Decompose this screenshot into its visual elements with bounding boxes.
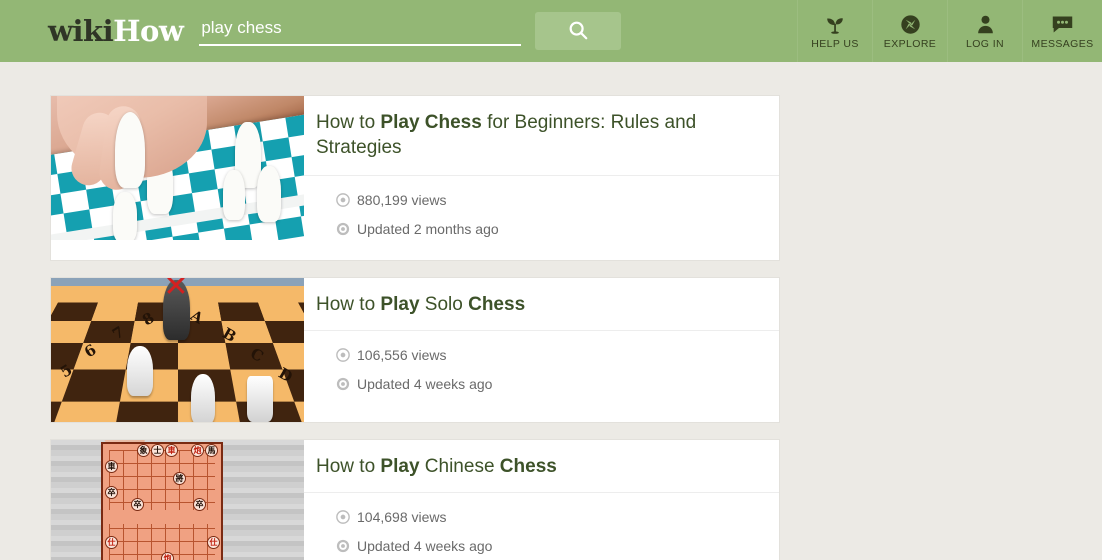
result-meta: 106,556 views Updated 4 weeks ago: [304, 331, 779, 422]
result-card[interactable]: 5 6 7 8 A B C D ✕ How to Play Solo Chess: [50, 276, 780, 423]
views-count: 880,199 views: [357, 191, 447, 208]
xiangqi-piece: 仕: [105, 535, 118, 549]
search-icon: [567, 19, 589, 44]
views-count: 104,698 views: [357, 508, 447, 525]
search-results-list: How to Play Chess for Beginners: Rules a…: [50, 95, 780, 560]
search-input[interactable]: [199, 16, 522, 46]
result-card[interactable]: 車象士車炮馬將卒卒卒仕仕炮仕帥仕車兵 How to Play Chinese C…: [50, 438, 780, 560]
views-row: 106,556 views: [336, 347, 761, 363]
result-thumbnail[interactable]: 5 6 7 8 A B C D ✕: [51, 277, 304, 422]
nav-item-messages[interactable]: MESSAGES: [1022, 0, 1102, 62]
nav-label-help-us: HELP US: [811, 37, 859, 50]
wikihow-logo[interactable]: wikiHow: [48, 13, 184, 48]
result-title[interactable]: How to Play Solo Chess: [304, 278, 779, 331]
updated-text: Updated 4 weeks ago: [357, 375, 493, 392]
xiangqi-piece: 將: [173, 471, 186, 485]
nav-label-log-in: LOG IN: [966, 37, 1004, 50]
person-icon: [975, 13, 996, 35]
title-part-bold-1: Play Chess: [380, 112, 482, 133]
xiangqi-piece: 車: [105, 459, 118, 473]
title-part-prefix: How to: [316, 112, 381, 133]
title-part-bold-2: Chess: [499, 455, 557, 477]
result-title[interactable]: How to Play Chess for Beginners: Rules a…: [304, 96, 779, 176]
xiangqi-piece: 仕: [207, 535, 220, 549]
sprout-icon: [824, 13, 846, 35]
xiangqi-piece: 卒: [193, 497, 206, 511]
title-part-mid: Solo: [419, 293, 469, 315]
views-circle-icon: [336, 192, 350, 207]
updated-text: Updated 2 months ago: [357, 220, 499, 237]
result-thumbnail[interactable]: [51, 96, 304, 240]
xiangqi-piece: 馬: [205, 443, 218, 457]
title-part-bold-1: Play: [380, 293, 420, 315]
title-part-prefix: How to: [316, 293, 381, 315]
views-row: 880,199 views: [336, 192, 761, 208]
result-thumbnail[interactable]: 車象士車炮馬將卒卒卒仕仕炮仕帥仕車兵: [51, 439, 304, 560]
clock-circle-icon: [336, 222, 350, 235]
title-part-mid: Chinese: [419, 455, 500, 477]
views-count: 106,556 views: [357, 346, 447, 363]
result-meta: 104,698 views Updated 4 weeks ago: [304, 493, 779, 560]
nav-item-explore[interactable]: EXPLORE: [872, 0, 947, 62]
clock-circle-icon: [336, 377, 350, 390]
result-body: How to Play Solo Chess 106,556 views Upd…: [304, 278, 779, 422]
xiangqi-piece: 卒: [131, 497, 144, 511]
nav-item-log-in[interactable]: LOG IN: [947, 0, 1022, 62]
title-part-bold-1: Play: [380, 455, 420, 477]
nav-label-explore: EXPLORE: [883, 37, 937, 50]
result-meta: 880,199 views Updated 2 months ago: [304, 176, 779, 260]
search-area: [199, 12, 622, 50]
nav-label-messages: MESSAGES: [1031, 37, 1094, 50]
header-nav: HELP US EXPLORE LOG IN MESSAGES: [797, 0, 1102, 62]
title-part-prefix: How to: [316, 455, 381, 477]
updated-row: Updated 2 months ago: [336, 221, 761, 237]
views-circle-icon: [336, 509, 350, 524]
xiangqi-piece: 車: [165, 443, 178, 457]
updated-text: Updated 4 weeks ago: [357, 537, 493, 554]
updated-row: Updated 4 weeks ago: [336, 538, 761, 554]
clock-circle-icon: [336, 539, 350, 552]
updated-row: Updated 4 weeks ago: [336, 376, 761, 392]
logo-wiki-text: wiki: [48, 13, 114, 48]
result-title[interactable]: How to Play Chinese Chess: [304, 440, 779, 493]
xiangqi-piece: 象: [137, 443, 150, 457]
nav-item-help-us[interactable]: HELP US: [797, 0, 872, 62]
result-card[interactable]: How to Play Chess for Beginners: Rules a…: [50, 95, 780, 261]
xiangqi-piece: 士: [151, 443, 164, 457]
xiangqi-piece: 炮: [191, 443, 204, 457]
result-body: How to Play Chess for Beginners: Rules a…: [304, 96, 779, 260]
site-header: wikiHow HELP US: [0, 0, 1102, 62]
title-part-bold-2: Chess: [468, 293, 526, 315]
views-circle-icon: [336, 347, 350, 362]
xiangqi-piece: 卒: [105, 485, 118, 499]
solo-chess-illustration: 5 6 7 8 A B C D ✕: [51, 277, 304, 422]
chinese-chess-illustration: 車象士車炮馬將卒卒卒仕仕炮仕帥仕車兵: [51, 439, 304, 560]
views-row: 104,698 views: [336, 509, 761, 525]
search-button[interactable]: [535, 12, 622, 50]
logo-how-text: How: [113, 13, 184, 48]
speech-bubble-icon: [1051, 13, 1074, 35]
result-body: How to Play Chinese Chess 104,698 views: [304, 440, 779, 560]
chess-photo-illustration: [51, 96, 304, 240]
compass-icon: [900, 13, 921, 35]
